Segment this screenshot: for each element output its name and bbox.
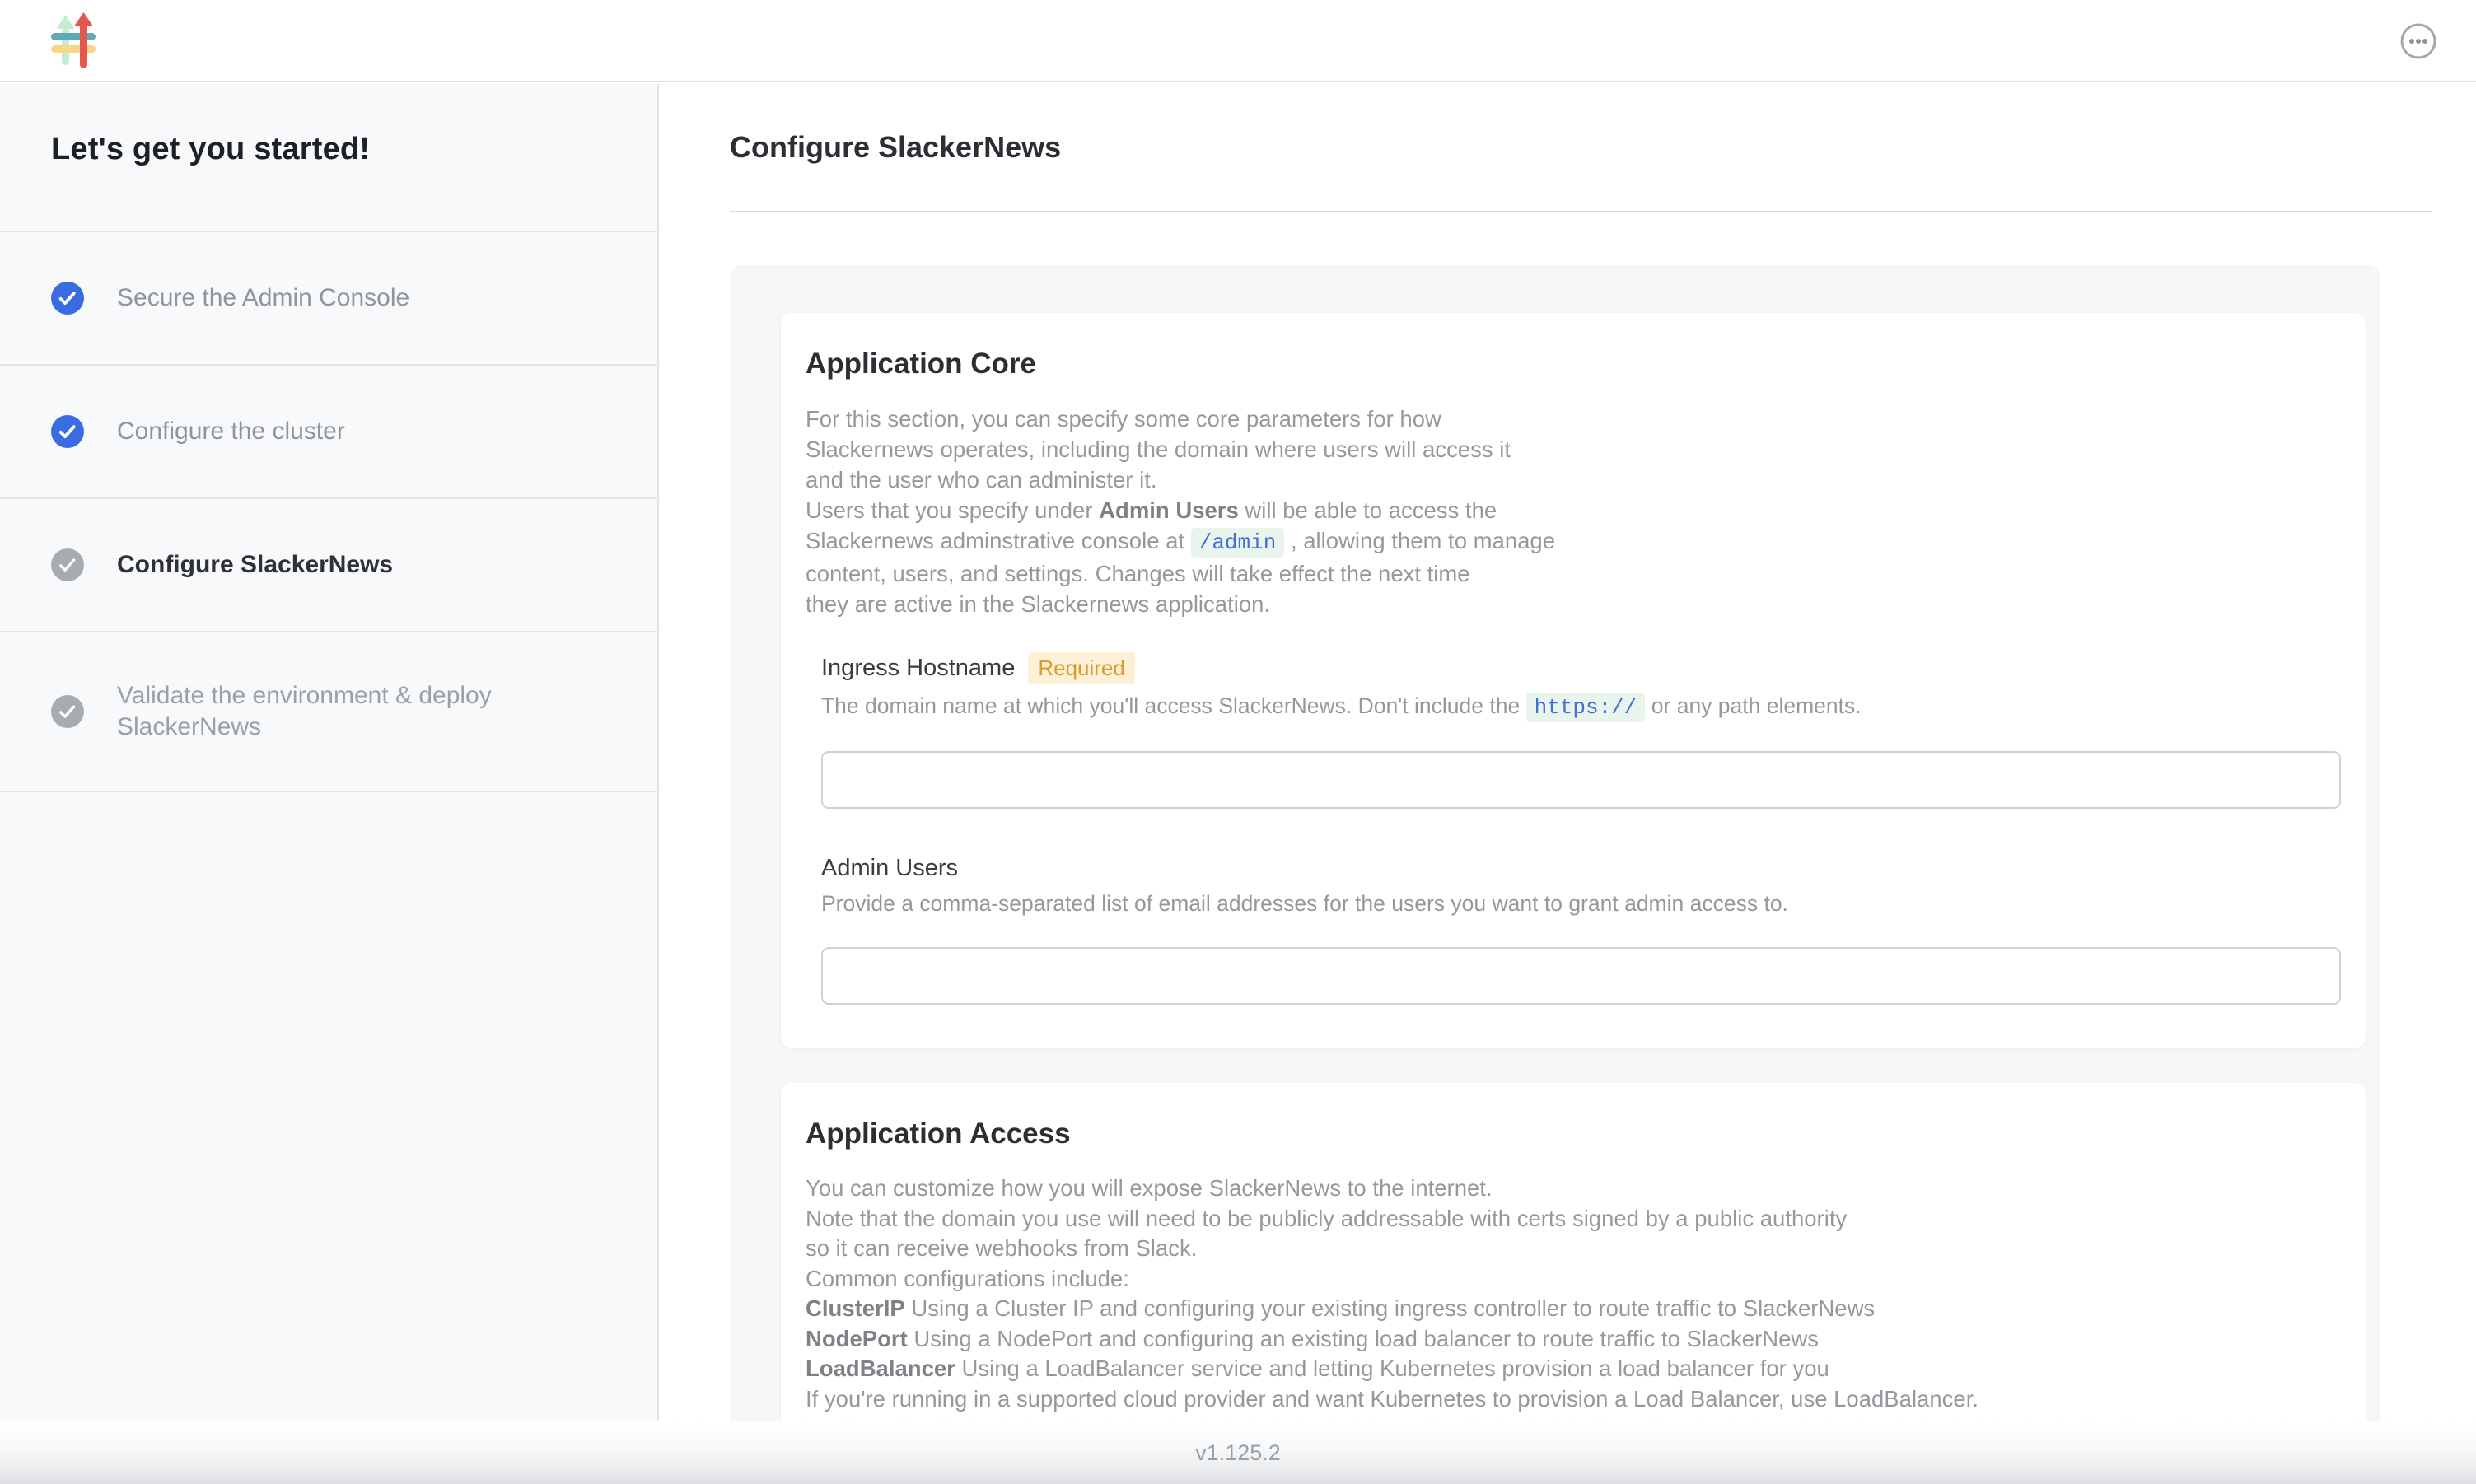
top-bar	[0, 0, 2476, 82]
check-icon	[51, 548, 84, 581]
setup-steps-sidebar: Let's get you started! Secure the Admin …	[0, 84, 659, 1421]
check-icon	[51, 282, 84, 315]
admin-users-label: Admin Users	[821, 855, 958, 882]
text-line: Note that the domain you use will need t…	[806, 1204, 2326, 1234]
ingress-hostname-label-row: Ingress Hostname Required	[821, 652, 2326, 684]
ingress-hostname-input[interactable]	[821, 751, 2341, 809]
application-access-description: You can customize how you will expose Sl…	[806, 1174, 2326, 1414]
application-core-title: Application Core	[806, 348, 2326, 380]
sidebar-step-validate-deploy[interactable]: Validate the environment & deploy Slacke…	[0, 632, 657, 792]
application-access-card: Application Access You can customize how…	[781, 1083, 2366, 1421]
admin-users-label-row: Admin Users	[821, 855, 2326, 882]
footer: v1.125.2	[0, 1421, 2476, 1484]
text-line: they are active in the Slackernews appli…	[806, 589, 2326, 619]
admin-path-code: /admin	[1191, 528, 1285, 558]
https-scheme-code: https://	[1526, 693, 1646, 722]
application-core-card: Application Core For this section, you c…	[781, 313, 2366, 1048]
text-line: Common configurations include:	[806, 1264, 2326, 1295]
text-line: so it can receive webhooks from Slack.	[806, 1234, 2326, 1264]
slackernews-logo[interactable]	[49, 12, 104, 68]
title-divider	[730, 211, 2432, 212]
text-line: Slackernews operates, including the doma…	[806, 434, 2326, 464]
check-icon	[51, 695, 84, 728]
text-line: content, users, and settings. Changes wi…	[806, 558, 2326, 589]
more-menu-button[interactable]	[2399, 21, 2438, 61]
check-icon	[51, 415, 84, 448]
admin-users-input[interactable]	[821, 947, 2341, 1005]
application-access-title: Application Access	[806, 1118, 2326, 1150]
text-line: You can customize how you will expose Sl…	[806, 1174, 2326, 1204]
ingress-hostname-field: Ingress Hostname Required The domain nam…	[821, 652, 2326, 809]
ingress-hostname-label: Ingress Hostname	[821, 655, 1015, 682]
ingress-hostname-description: The domain name at which you'll access S…	[821, 692, 2326, 721]
text-line: ClusterIP Using a Cluster IP and configu…	[806, 1294, 2326, 1324]
text-line: LoadBalancer Using a LoadBalancer servic…	[806, 1354, 2326, 1384]
sidebar-step-configure-cluster[interactable]: Configure the cluster	[0, 366, 657, 499]
text-line: For this section, you can specify some c…	[806, 404, 2326, 434]
application-core-description: For this section, you can specify some c…	[806, 404, 2326, 619]
page-title: Configure SlackerNews	[730, 130, 1061, 165]
config-panel: Application Core For this section, you c…	[730, 265, 2380, 1421]
text-line: and the user who can administer it.	[806, 464, 2326, 495]
sidebar-heading: Let's get you started!	[0, 84, 657, 232]
ellipsis-icon	[2399, 21, 2438, 61]
text-line: Users that you specify under Admin Users…	[806, 495, 2326, 525]
sidebar-title: Let's get you started!	[51, 132, 657, 167]
step-label: Configure the cluster	[117, 416, 345, 447]
required-badge: Required	[1028, 652, 1135, 684]
sidebar-step-secure-admin-console[interactable]: Secure the Admin Console	[0, 232, 657, 366]
admin-users-description: Provide a comma-separated list of email …	[821, 889, 2326, 917]
step-label: Validate the environment & deploy Slacke…	[117, 680, 539, 743]
text-line: Slackernews adminstrative console at /ad…	[806, 525, 2326, 558]
sidebar-step-configure-slackernews[interactable]: Configure SlackerNews	[0, 499, 657, 632]
step-label: Secure the Admin Console	[117, 282, 409, 314]
text-line: NodePort Using a NodePort and configurin…	[806, 1324, 2326, 1355]
version-label: v1.125.2	[1195, 1440, 1281, 1466]
admin-users-field: Admin Users Provide a comma-separated li…	[821, 855, 2326, 1005]
step-label: Configure SlackerNews	[117, 549, 393, 581]
slackernews-logo-icon	[49, 12, 104, 68]
text-line: If you're running in a supported cloud p…	[806, 1384, 2326, 1415]
